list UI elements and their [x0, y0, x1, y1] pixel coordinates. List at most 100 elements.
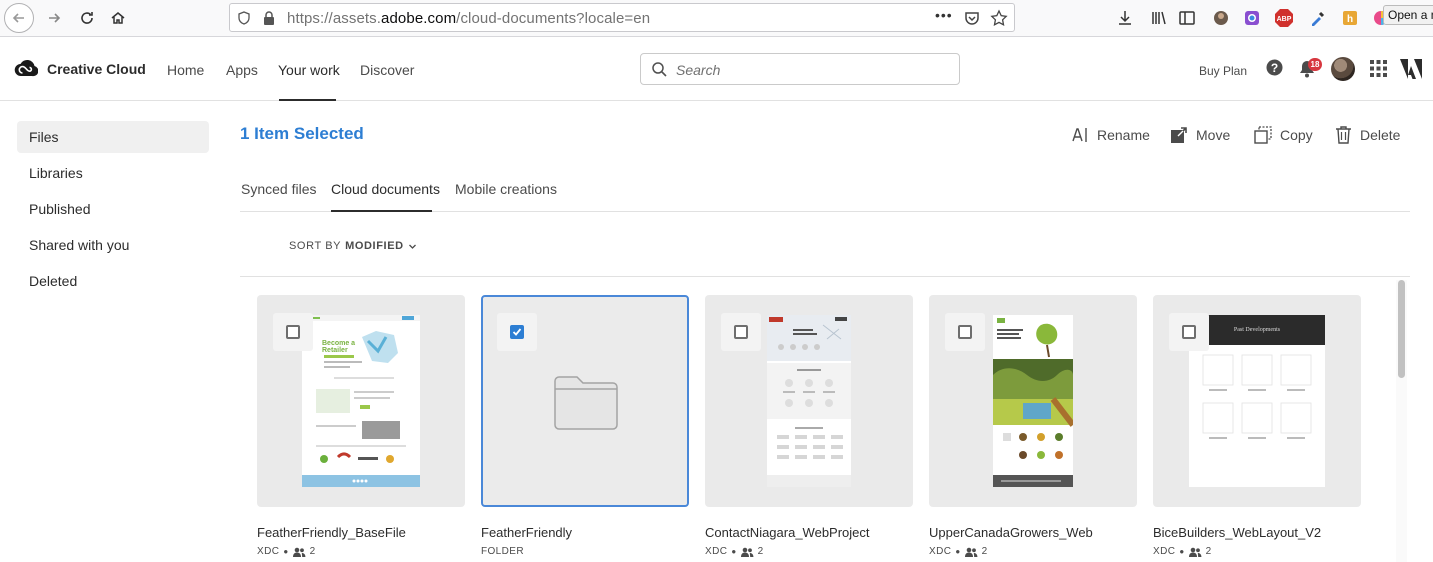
tab-cloud-documents[interactable]: Cloud documents: [331, 181, 440, 197]
back-button[interactable]: [4, 3, 34, 33]
library-icon[interactable]: [1148, 7, 1170, 29]
card-checkbox[interactable]: [273, 313, 313, 351]
sort-dropdown[interactable]: SORT BY MODIFIED: [289, 240, 417, 252]
thumbnail-bice-builders: Past Developments: [1189, 315, 1325, 487]
help-icon[interactable]: ?: [1266, 59, 1283, 76]
checkbox-unchecked[interactable]: [1182, 325, 1196, 339]
adobe-logo-icon[interactable]: [1400, 59, 1422, 79]
card-checkbox[interactable]: [1169, 313, 1209, 351]
card-meta: XDC ● 2: [705, 546, 764, 557]
thumbnail-upper-canada-growers: [993, 315, 1073, 487]
meta-separator: ●: [1179, 547, 1185, 556]
downloads-icon[interactable]: [1114, 7, 1136, 29]
delete-button[interactable]: Delete: [1335, 125, 1400, 145]
card-name[interactable]: BiceBuilders_WebLayout_V2: [1153, 525, 1321, 540]
nav-your-work[interactable]: Your work: [278, 62, 340, 78]
forward-button[interactable]: [39, 3, 69, 33]
shared-users-icon: [292, 547, 305, 557]
card-checkbox[interactable]: [721, 313, 761, 351]
scrollbar[interactable]: [1396, 280, 1407, 562]
nav-home[interactable]: Home: [167, 62, 204, 78]
shared-count: 2: [981, 546, 988, 557]
copy-button[interactable]: Copy: [1254, 125, 1313, 145]
folder-icon: [554, 376, 618, 430]
back-arrow-icon: [12, 13, 24, 23]
svg-text:h: h: [1347, 14, 1353, 25]
adblock-icon[interactable]: ABP: [1273, 7, 1295, 29]
pocket-icon[interactable]: [963, 9, 981, 27]
card-type: XDC: [257, 546, 280, 557]
file-card[interactable]: [705, 295, 913, 507]
home-button[interactable]: [103, 3, 133, 33]
checkbox-unchecked[interactable]: [734, 325, 748, 339]
checkmark-icon: [512, 328, 522, 336]
sidebar-toggle-icon[interactable]: [1176, 7, 1198, 29]
creative-cloud-logo-icon[interactable]: [14, 58, 38, 80]
reload-button[interactable]: [72, 3, 102, 33]
browser-toolbar: https://assets.adobe.com/cloud-documents…: [0, 0, 1433, 37]
shared-count: 2: [757, 546, 764, 557]
avatar[interactable]: [1331, 57, 1355, 81]
card-name[interactable]: FeatherFriendly_BaseFile: [257, 525, 406, 540]
sidebar: Files Libraries Published Shared with yo…: [0, 102, 225, 562]
file-card[interactable]: [929, 295, 1137, 507]
move-button[interactable]: Move: [1170, 125, 1230, 145]
sort-label: SORT BY: [289, 240, 342, 252]
sort-divider: [240, 276, 1410, 277]
shield-icon[interactable]: [236, 10, 252, 26]
url-path: /cloud-documents?locale=en: [456, 10, 651, 27]
chevron-down-icon: [408, 244, 416, 249]
app-switcher-icon[interactable]: [1370, 60, 1387, 77]
thumb-bice-banner: Past Developments: [1233, 327, 1281, 333]
shared-count: 2: [1205, 546, 1212, 557]
move-label: Move: [1196, 127, 1231, 143]
nav-apps[interactable]: Apps: [226, 62, 258, 78]
sidebar-item-shared-with-you[interactable]: Shared with you: [17, 229, 209, 261]
sidebar-item-files[interactable]: Files: [17, 121, 209, 153]
page-actions-menu[interactable]: •••: [935, 7, 953, 23]
checkbox-unchecked[interactable]: [286, 325, 300, 339]
file-card[interactable]: Become a Retailer: [257, 295, 465, 507]
nav-discover[interactable]: Discover: [360, 62, 414, 78]
file-card[interactable]: Past Developments: [1153, 295, 1361, 507]
card-name[interactable]: ContactNiagara_WebProject: [705, 525, 870, 540]
brand-name[interactable]: Creative Cloud: [47, 61, 146, 77]
tab-synced-files[interactable]: Synced files: [241, 181, 316, 197]
card-type: FOLDER: [481, 546, 524, 557]
home-icon: [111, 12, 125, 24]
shared-users-icon: [740, 547, 753, 557]
delete-label: Delete: [1360, 127, 1401, 143]
tab-mobile-creations[interactable]: Mobile creations: [455, 181, 557, 197]
search-input[interactable]: Search: [640, 53, 960, 85]
tooltip: Open a n: [1383, 5, 1433, 25]
color-extension-icon[interactable]: [1241, 7, 1263, 29]
card-checkbox[interactable]: [945, 313, 985, 351]
sidebar-item-libraries[interactable]: Libraries: [17, 157, 209, 189]
forward-arrow-icon: [49, 13, 61, 23]
sidebar-item-deleted[interactable]: Deleted: [17, 265, 209, 297]
sidebar-item-published[interactable]: Published: [17, 193, 209, 225]
sort-value: MODIFIED: [345, 240, 404, 252]
eyedropper-icon[interactable]: [1307, 7, 1329, 29]
checkbox-checked[interactable]: [510, 325, 524, 339]
scrollbar-thumb[interactable]: [1398, 280, 1405, 378]
extension-h-icon[interactable]: h: [1339, 7, 1361, 29]
card-type: XDC: [1153, 546, 1176, 557]
rename-button[interactable]: Rename: [1071, 125, 1150, 145]
buy-plan-link[interactable]: Buy Plan: [1199, 64, 1247, 78]
thumb-retailer-heading: Become a Retailer: [322, 340, 356, 354]
reload-icon: [81, 12, 93, 24]
rename-label: Rename: [1097, 127, 1150, 143]
profile-extension-icon[interactable]: [1210, 7, 1232, 29]
card-type: XDC: [929, 546, 952, 557]
card-name[interactable]: FeatherFriendly: [481, 525, 572, 540]
url-text: https://assets.adobe.com/cloud-documents…: [287, 10, 650, 27]
url-bar[interactable]: https://assets.adobe.com/cloud-documents…: [229, 3, 1015, 32]
card-name[interactable]: UpperCanadaGrowers_Web: [929, 525, 1093, 540]
bookmark-star-icon[interactable]: [990, 9, 1008, 27]
search-placeholder: Search: [676, 62, 721, 78]
folder-card[interactable]: [481, 295, 689, 507]
card-checkbox[interactable]: [497, 313, 537, 351]
card-meta: XDC ● 2: [1153, 546, 1212, 557]
checkbox-unchecked[interactable]: [958, 325, 972, 339]
